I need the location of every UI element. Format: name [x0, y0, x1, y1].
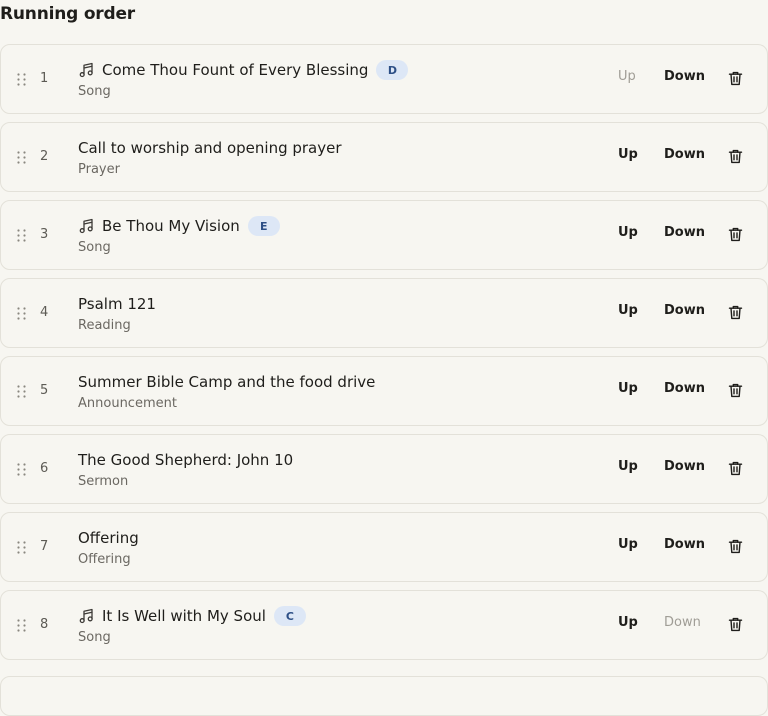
item-title: The Good Shepherd: John 10 [78, 451, 294, 469]
drag-handle-icon[interactable] [17, 463, 26, 476]
delete-button[interactable] [727, 304, 744, 321]
item-type: Reading [78, 318, 131, 333]
running-order-item-1: 1 Come Thou Fount of Every Blessing D So… [0, 44, 768, 114]
running-order-item-4: 4 Psalm 121 Reading Up Down [0, 278, 768, 348]
drag-handle-icon[interactable] [17, 307, 26, 320]
item-number: 6 [40, 461, 49, 476]
running-order-list: 1 Come Thou Fount of Every Blessing D So… [0, 44, 768, 668]
item-title-line: Be Thou My Vision E [78, 216, 280, 236]
running-order-item-8: 8 It Is Well with My Soul C Song Up Down [0, 590, 768, 660]
item-number: 5 [40, 383, 49, 398]
item-type: Song [78, 84, 111, 99]
drag-handle-icon[interactable] [17, 619, 26, 632]
drag-handle-icon[interactable] [17, 151, 26, 164]
item-number: 2 [40, 149, 49, 164]
move-up-button[interactable]: Up [618, 615, 638, 630]
item-type: Prayer [78, 162, 120, 177]
running-order-item-6: 6 The Good Shepherd: John 10 Sermon Up D… [0, 434, 768, 504]
item-type: Song [78, 240, 111, 255]
music-note-icon [78, 218, 94, 234]
move-up-button[interactable]: Up [618, 69, 636, 84]
item-type: Offering [78, 552, 131, 567]
running-order-item-3: 3 Be Thou My Vision E Song Up Down [0, 200, 768, 270]
item-number: 3 [40, 227, 49, 242]
move-up-button[interactable]: Up [618, 381, 638, 396]
move-up-button[interactable]: Up [618, 537, 638, 552]
move-up-button[interactable]: Up [618, 459, 638, 474]
move-down-button[interactable]: Down [664, 459, 705, 474]
delete-button[interactable] [727, 460, 744, 477]
item-title-line: It Is Well with My Soul C [78, 606, 306, 626]
move-up-button[interactable]: Up [618, 303, 638, 318]
item-title: Summer Bible Camp and the food drive [78, 373, 376, 391]
item-number: 8 [40, 617, 49, 632]
drag-handle-icon[interactable] [17, 541, 26, 554]
item-title: Be Thou My Vision [102, 217, 240, 235]
item-type: Announcement [78, 396, 177, 411]
section-heading: Running order [0, 4, 135, 24]
item-title: Offering [78, 529, 139, 547]
running-order-item-2: 2 Call to worship and opening prayer Pra… [0, 122, 768, 192]
item-type: Sermon [78, 474, 129, 489]
move-down-button[interactable]: Down [664, 615, 701, 630]
item-title-line: Offering [78, 528, 139, 548]
delete-button[interactable] [727, 538, 744, 555]
key-badge: C [273, 606, 306, 626]
key-badge: D [376, 60, 409, 80]
drag-handle-icon[interactable] [17, 73, 26, 86]
running-order-item-5: 5 Summer Bible Camp and the food drive A… [0, 356, 768, 426]
drag-handle-icon[interactable] [17, 229, 26, 242]
item-title: Come Thou Fount of Every Blessing [102, 61, 369, 79]
music-note-icon [78, 62, 94, 78]
running-order-item-7: 7 Offering Offering Up Down [0, 512, 768, 582]
drag-handle-icon[interactable] [17, 385, 26, 398]
move-down-button[interactable]: Down [664, 69, 705, 84]
item-number: 1 [40, 71, 49, 86]
add-item-form [0, 676, 768, 716]
delete-button[interactable] [727, 382, 744, 399]
move-down-button[interactable]: Down [664, 147, 705, 162]
move-up-button[interactable]: Up [618, 225, 638, 240]
move-down-button[interactable]: Down [664, 537, 705, 552]
delete-button[interactable] [727, 70, 744, 87]
item-title: Psalm 121 [78, 295, 156, 313]
key-badge: E [247, 216, 280, 236]
item-title-line: Come Thou Fount of Every Blessing D [78, 60, 409, 80]
item-title-line: Summer Bible Camp and the food drive [78, 372, 375, 392]
item-type: Song [78, 630, 111, 645]
item-title-line: Psalm 121 [78, 294, 156, 314]
delete-button[interactable] [727, 226, 744, 243]
item-title: Call to worship and opening prayer [78, 139, 342, 157]
item-number: 4 [40, 305, 49, 320]
move-down-button[interactable]: Down [664, 303, 705, 318]
move-down-button[interactable]: Down [664, 381, 705, 396]
music-note-icon [78, 608, 94, 624]
item-number: 7 [40, 539, 49, 554]
move-down-button[interactable]: Down [664, 225, 705, 240]
item-title: It Is Well with My Soul [102, 607, 266, 625]
item-title-line: The Good Shepherd: John 10 [78, 450, 293, 470]
delete-button[interactable] [727, 148, 744, 165]
item-title-line: Call to worship and opening prayer [78, 138, 342, 158]
delete-button[interactable] [727, 616, 744, 633]
move-up-button[interactable]: Up [618, 147, 638, 162]
